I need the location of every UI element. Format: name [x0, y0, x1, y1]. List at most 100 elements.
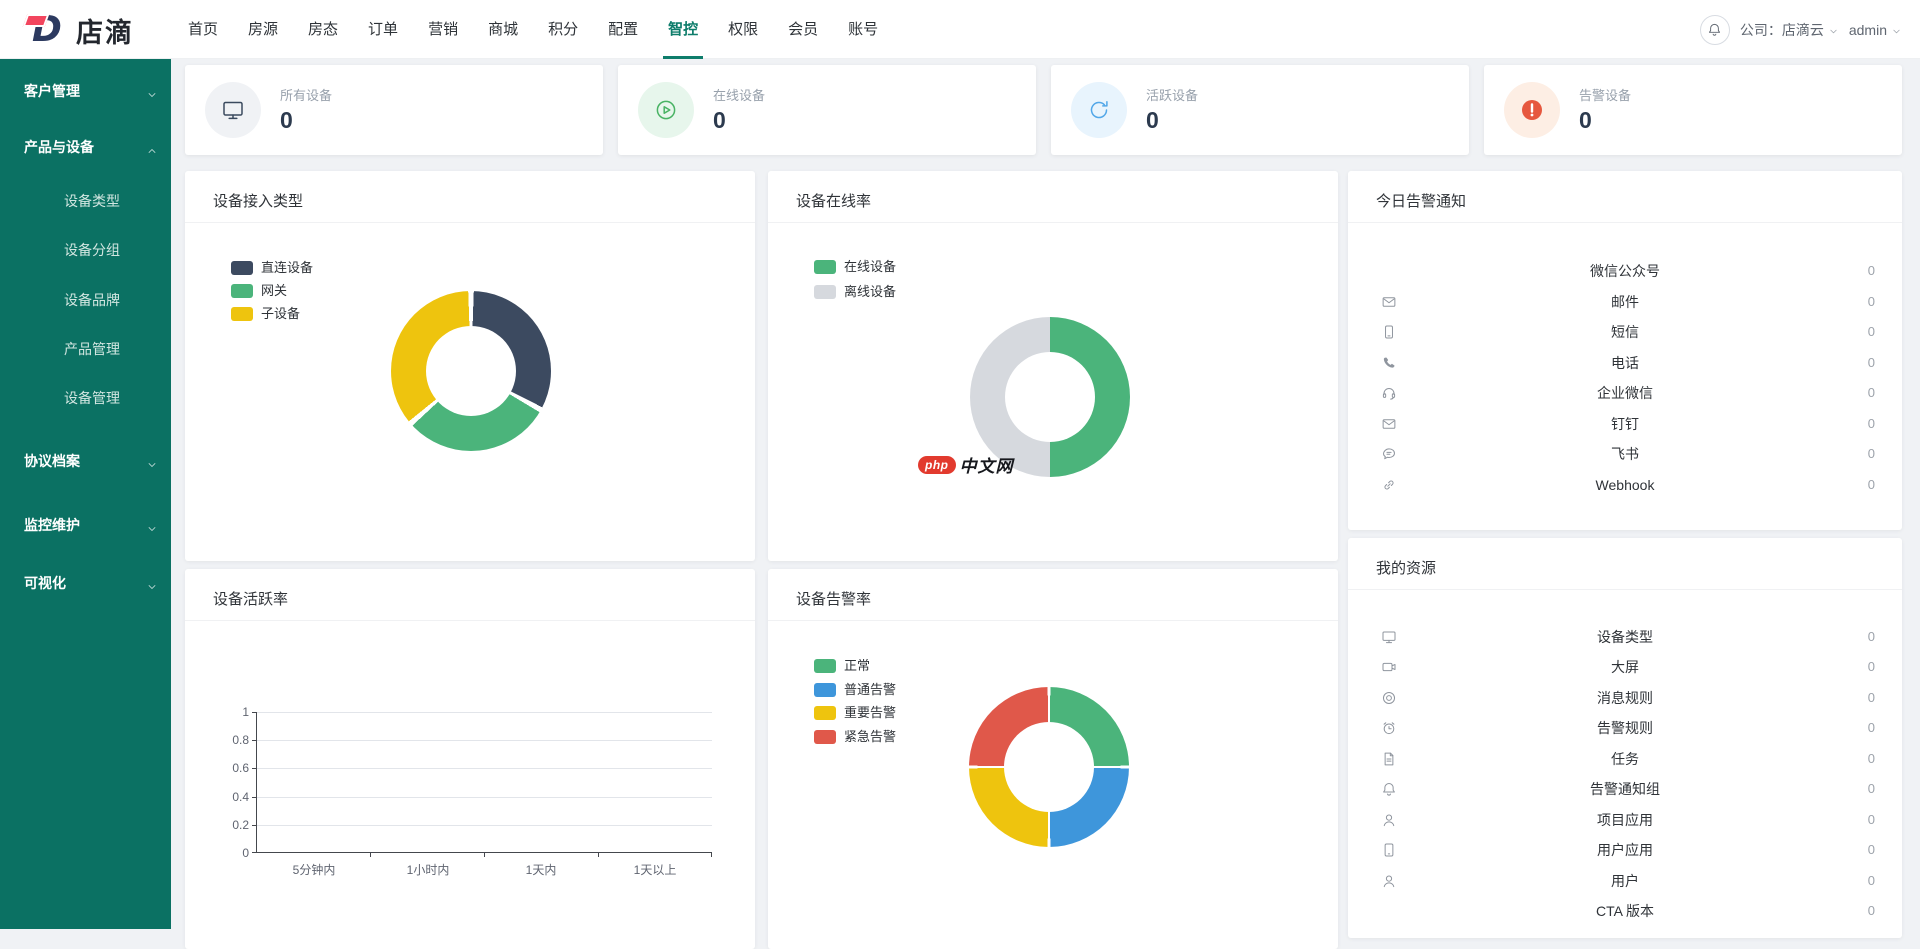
- y-axis-tick: 0.8: [211, 733, 249, 747]
- company-label: 公司：店滴云: [1740, 20, 1824, 40]
- monitor-icon: [205, 82, 261, 138]
- menu-item-mall[interactable]: 商城: [483, 0, 523, 59]
- panel-device-online-rate: 设备在线率 在线设备 离线设备 php 中文网: [768, 171, 1338, 561]
- chevron-down-icon: [1891, 24, 1902, 35]
- menu-item-account[interactable]: 账号: [843, 0, 883, 59]
- panel-title: 设备告警率: [768, 569, 1338, 621]
- main-menu: 首页 房源 房态 订单 营销 商城 积分 配置 智控 权限 会员 账号: [183, 0, 903, 59]
- chevron-down-icon: [1828, 24, 1839, 35]
- notify-row-feishu: 飞书0: [1348, 442, 1902, 466]
- php-logo: php: [918, 456, 956, 474]
- document-icon: [1381, 751, 1397, 767]
- chevron-down-icon: [146, 455, 158, 467]
- chevron-up-icon: [146, 141, 158, 153]
- chevron-down-icon: [146, 85, 158, 97]
- chevron-down-icon: [146, 519, 158, 531]
- sidebar-item-device-group[interactable]: 设备分组: [0, 239, 171, 261]
- legend-swatch: [231, 261, 253, 275]
- legend-item-subdevice[interactable]: 子设备: [231, 307, 300, 321]
- resource-row-users: 用户0: [1348, 869, 1902, 893]
- legend-item-gateway[interactable]: 网关: [231, 284, 287, 298]
- sidebar-group-visualization[interactable]: 可视化: [0, 572, 171, 594]
- chevron-down-icon: [146, 577, 158, 589]
- phone-icon: [1381, 355, 1397, 371]
- legend-swatch: [814, 683, 836, 697]
- menu-item-config[interactable]: 配置: [603, 0, 643, 59]
- panel-device-alarm-rate: 设备告警率 正常 普通告警 重要告警 紧急告警: [768, 569, 1338, 949]
- legend-swatch: [814, 285, 836, 299]
- app-logo[interactable]: D 店滴: [24, 8, 134, 52]
- menu-item-home[interactable]: 首页: [183, 0, 223, 59]
- sidebar-group-products-devices[interactable]: 产品与设备: [0, 136, 171, 158]
- legend-item-urgent-alarm[interactable]: 紧急告警: [814, 730, 896, 744]
- user-menu[interactable]: admin: [1849, 22, 1902, 38]
- headset-icon: [1381, 385, 1397, 401]
- menu-item-members[interactable]: 会员: [783, 0, 823, 59]
- sidebar-group-customers[interactable]: 客户管理: [0, 80, 171, 102]
- y-axis-tick: 0.6: [211, 761, 249, 775]
- alert-icon: [1504, 82, 1560, 138]
- resource-row-alarm-rules: 告警规则0: [1348, 716, 1902, 740]
- stat-label: 活跃设备: [1146, 85, 1198, 104]
- message-rule-icon: [1381, 690, 1397, 706]
- legend-item-normal[interactable]: 正常: [814, 659, 870, 673]
- panel-title: 设备接入类型: [185, 171, 755, 223]
- user-icon: [1381, 873, 1397, 889]
- php-cn-watermark: php 中文网: [918, 452, 1014, 477]
- resource-row-alarm-notify-groups: 告警通知组0: [1348, 777, 1902, 801]
- menu-item-smart-control[interactable]: 智控: [663, 0, 703, 59]
- panel-title: 我的资源: [1348, 538, 1902, 590]
- sidebar-group-protocol[interactable]: 协议档案: [0, 450, 171, 472]
- donut-chart-access-type: [391, 291, 551, 451]
- legend-item-important-alarm[interactable]: 重要告警: [814, 706, 896, 720]
- menu-item-permissions[interactable]: 权限: [723, 0, 763, 59]
- link-icon: [1381, 477, 1397, 493]
- logo-text: 店滴: [76, 11, 134, 50]
- resource-row-tasks: 任务0: [1348, 747, 1902, 771]
- panel-title: 今日告警通知: [1348, 171, 1902, 223]
- menu-item-marketing[interactable]: 营销: [423, 0, 463, 59]
- notify-row-wecom: 企业微信0: [1348, 381, 1902, 405]
- legend-swatch: [814, 730, 836, 744]
- resource-row-device-type: 设备类型0: [1348, 625, 1902, 649]
- legend-swatch: [814, 260, 836, 274]
- stat-label: 所有设备: [280, 85, 332, 104]
- menu-item-fangtai[interactable]: 房态: [303, 0, 343, 59]
- resource-row-big-screen: 大屏0: [1348, 655, 1902, 679]
- envelope-icon: [1381, 294, 1397, 310]
- stat-card-alarm-devices: 告警设备 0: [1484, 65, 1902, 155]
- mobile-icon: [1381, 324, 1397, 340]
- notify-row-email: 邮件0: [1348, 290, 1902, 314]
- chat-icon: [1381, 446, 1397, 462]
- menu-item-fangyuan[interactable]: 房源: [243, 0, 283, 59]
- legend-item-online[interactable]: 在线设备: [814, 260, 896, 274]
- legend-item-offline[interactable]: 离线设备: [814, 285, 896, 299]
- menu-item-orders[interactable]: 订单: [363, 0, 403, 59]
- navbar-right: 公司：店滴云 admin: [1700, 0, 1902, 59]
- resource-row-user-apps: 用户应用0: [1348, 838, 1902, 862]
- sidebar-item-device-brand[interactable]: 设备品牌: [0, 289, 171, 311]
- notifications-button[interactable]: [1700, 15, 1730, 45]
- sidebar-item-device-mgmt[interactable]: 设备管理: [0, 387, 171, 409]
- menu-item-points[interactable]: 积分: [543, 0, 583, 59]
- sidebar-item-product-mgmt[interactable]: 产品管理: [0, 338, 171, 360]
- y-axis-tick: 0: [211, 846, 249, 860]
- legend-swatch: [814, 706, 836, 720]
- line-chart-activity: 1 0.8 0.6 0.4 0.2 0 5分钟内 1小时内 1天内 1天以上: [256, 712, 711, 853]
- stat-value: 0: [1579, 107, 1592, 134]
- legend-swatch: [231, 307, 253, 321]
- alarm-clock-icon: [1381, 720, 1397, 736]
- resource-row-message-rules: 消息规则0: [1348, 686, 1902, 710]
- sidebar-group-monitoring[interactable]: 监控维护: [0, 514, 171, 536]
- company-selector[interactable]: 公司：店滴云: [1740, 20, 1839, 40]
- legend-swatch: [814, 659, 836, 673]
- legend-item-direct[interactable]: 直连设备: [231, 261, 313, 275]
- legend-item-common-alarm[interactable]: 普通告警: [814, 683, 896, 697]
- y-axis-tick: 0.4: [211, 790, 249, 804]
- sidebar-item-device-type[interactable]: 设备类型: [0, 190, 171, 212]
- x-axis-tick: 1小时内: [378, 861, 478, 878]
- sidebar: 客户管理 产品与设备 设备类型 设备分组 设备品牌 产品管理 设备管理 协议档案…: [0, 59, 171, 929]
- panel-title: 设备活跃率: [185, 569, 755, 621]
- notify-row-sms: 短信0: [1348, 320, 1902, 344]
- panel-device-access-type: 设备接入类型 直连设备 网关 子设备: [185, 171, 755, 561]
